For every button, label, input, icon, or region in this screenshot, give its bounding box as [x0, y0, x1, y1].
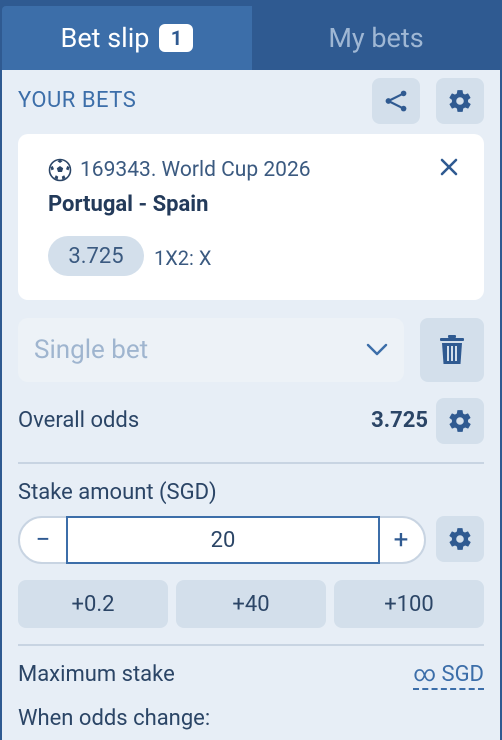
your-bets-title: YOUR BETS [18, 88, 137, 113]
bet-selection-card: 169343. World Cup 2026 Portugal - Spain … [18, 134, 484, 300]
event-line: 169343. World Cup 2026 [48, 158, 311, 182]
quick-stake-button[interactable]: +40 [176, 580, 326, 628]
gear-icon [449, 90, 471, 112]
maximum-stake-value[interactable]: ∞ SGD [413, 662, 484, 690]
settings-button[interactable] [436, 78, 484, 124]
remove-selection-button[interactable] [440, 158, 458, 180]
stake-settings-button[interactable] [436, 516, 484, 562]
stake-input[interactable] [66, 516, 380, 564]
odds-settings-button[interactable] [436, 398, 484, 444]
stake-decrease-button[interactable]: − [20, 518, 66, 562]
clear-bets-button[interactable] [420, 318, 484, 382]
gear-icon [449, 410, 471, 432]
selection-market: 1X2: X [154, 246, 212, 270]
bet-slip-panel: Bet slip 1 My bets YOUR BETS 169343. Wor… [0, 0, 502, 740]
chevron-down-icon [366, 343, 388, 356]
overall-odds-label: Overall odds [18, 408, 140, 433]
tab-bet-slip-label: Bet slip [60, 22, 150, 54]
bet-type-value: Single bet [34, 335, 149, 365]
odds-change-label: When odds change: [18, 706, 211, 731]
match-name: Portugal - Spain [48, 192, 209, 217]
quick-stake-button[interactable]: +0.2 [18, 580, 168, 628]
share-icon [385, 90, 407, 112]
bet-type-select[interactable]: Single bet [18, 318, 404, 382]
divider [18, 644, 484, 646]
stake-increase-button[interactable]: + [378, 518, 424, 562]
maximum-stake-label: Maximum stake [18, 662, 175, 687]
trash-icon [440, 335, 464, 364]
gear-icon [449, 528, 471, 550]
divider [18, 462, 484, 464]
overall-odds-value: 3.725 [371, 408, 428, 433]
bet-slip-tabs: Bet slip 1 My bets [0, 0, 502, 70]
selection-odds: 3.725 [48, 236, 144, 276]
tab-my-bets-label: My bets [328, 22, 424, 54]
soccer-ball-icon [48, 158, 72, 182]
stake-amount-label: Stake amount (SGD) [18, 480, 217, 505]
tab-my-bets[interactable]: My bets [252, 6, 500, 70]
share-button[interactable] [372, 78, 420, 124]
event-name: 169343. World Cup 2026 [80, 158, 311, 182]
quick-stake-button[interactable]: +100 [334, 580, 484, 628]
close-icon [440, 158, 458, 176]
tab-bet-slip[interactable]: Bet slip 1 [2, 6, 252, 70]
stake-stepper: − + [18, 516, 426, 564]
bet-count-badge: 1 [159, 24, 194, 52]
